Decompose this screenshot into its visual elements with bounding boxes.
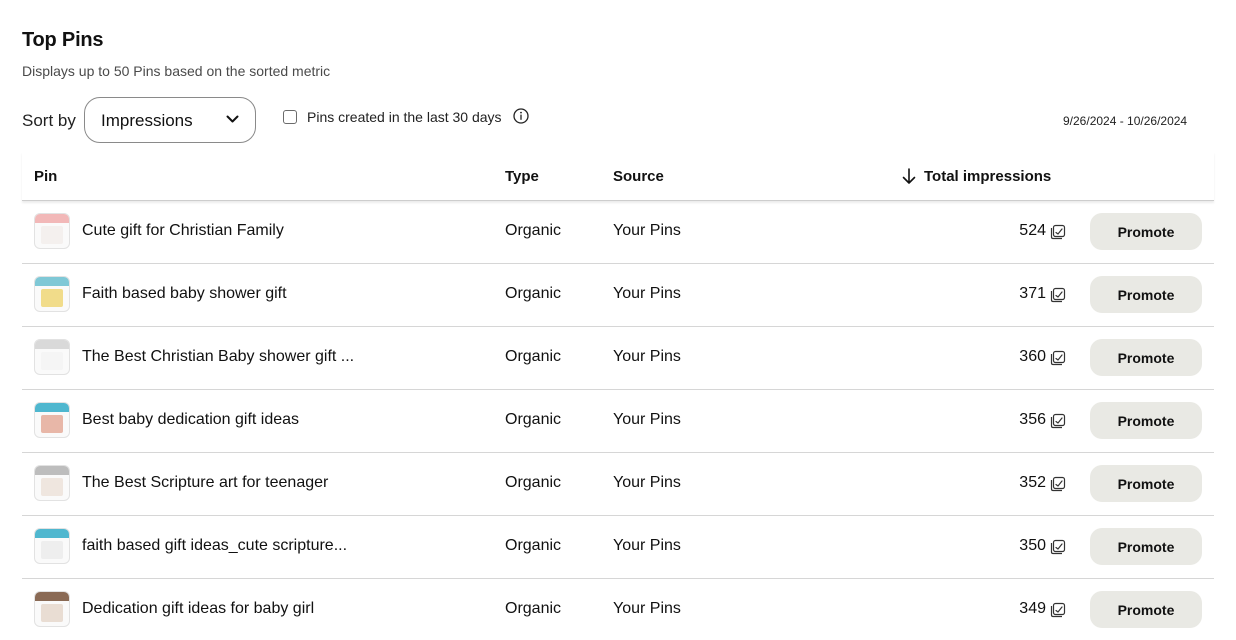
- pin-title[interactable]: Cute gift for Christian Family: [82, 222, 284, 240]
- pin-thumbnail-image: [41, 289, 63, 307]
- pin-thumbnail[interactable]: [34, 402, 70, 438]
- page-subtitle: Displays up to 50 Pins based on the sort…: [22, 63, 331, 79]
- pin-title[interactable]: Best baby dedication gift ideas: [82, 411, 299, 429]
- promote-button[interactable]: Promote: [1090, 339, 1202, 376]
- pin-thumbnail-image: [41, 478, 63, 496]
- pin-thumbnail-band: [35, 529, 69, 538]
- pin-thumbnail-image: [41, 415, 63, 433]
- recent-pins-checkbox[interactable]: [283, 110, 297, 124]
- pin-impressions-count: 356: [1019, 411, 1046, 428]
- pin-source: Your Pins: [613, 537, 681, 554]
- pin-title[interactable]: Faith based baby shower gift: [82, 285, 287, 303]
- pin-impressions-count: 352: [1019, 474, 1046, 491]
- date-range: 9/26/2024 - 10/26/2024: [1063, 114, 1188, 128]
- recent-pins-checkbox-label[interactable]: Pins created in the last 30 days: [307, 109, 502, 125]
- pin-source: Your Pins: [613, 474, 681, 491]
- info-icon[interactable]: [513, 108, 529, 124]
- pin-type: Organic: [505, 537, 562, 554]
- chevron-down-icon: [226, 115, 239, 123]
- promote-button[interactable]: Promote: [1090, 213, 1202, 250]
- arrow-down-icon: [902, 168, 916, 184]
- pin-impressions-count: 524: [1019, 222, 1046, 239]
- impressions-icon: [1050, 350, 1066, 366]
- pin-title[interactable]: faith based gift ideas_cute scripture...: [82, 537, 347, 555]
- pin-source: Your Pins: [613, 285, 681, 302]
- pin-impressions-count: 360: [1019, 348, 1046, 365]
- pin-source: Your Pins: [613, 348, 681, 365]
- pin-source: Your Pins: [613, 600, 681, 617]
- pin-type: Organic: [505, 285, 562, 302]
- pin-thumbnail[interactable]: [34, 276, 70, 312]
- page-title: Top Pins: [22, 29, 104, 51]
- pin-thumbnail-image: [41, 604, 63, 622]
- impressions-icon: [1050, 539, 1066, 555]
- pin-thumbnail[interactable]: [34, 591, 70, 627]
- pin-type: Organic: [505, 348, 562, 365]
- pin-thumbnail-band: [35, 592, 69, 601]
- table-row[interactable]: The Best Scripture art for teenager Orga…: [22, 453, 1214, 516]
- promote-button[interactable]: Promote: [1090, 591, 1202, 628]
- pin-thumbnail-band: [35, 466, 69, 475]
- pin-thumbnail-image: [41, 541, 63, 559]
- pin-title[interactable]: Dedication gift ideas for baby girl: [82, 600, 314, 618]
- sort-by-label: Sort by: [22, 111, 76, 130]
- top-pins-page: Top Pins Displays up to 50 Pins based on…: [0, 0, 1236, 640]
- pin-thumbnail-band: [35, 277, 69, 286]
- pin-thumbnail-band: [35, 403, 69, 412]
- pin-source: Your Pins: [613, 222, 681, 239]
- column-header-pin: Pin: [34, 168, 58, 185]
- pin-impressions-count: 371: [1019, 285, 1046, 302]
- pin-title[interactable]: The Best Christian Baby shower gift ...: [82, 348, 354, 366]
- impressions-icon: [1050, 287, 1066, 303]
- pin-type: Organic: [505, 222, 562, 239]
- impressions-icon: [1050, 602, 1066, 618]
- promote-button[interactable]: Promote: [1090, 276, 1202, 313]
- pin-thumbnail[interactable]: [34, 528, 70, 564]
- column-header-source: Source: [613, 168, 664, 185]
- promote-button[interactable]: Promote: [1090, 402, 1202, 439]
- column-header-total-impressions[interactable]: Total impressions: [902, 168, 1051, 185]
- impressions-icon: [1050, 476, 1066, 492]
- pin-thumbnail-image: [41, 226, 63, 244]
- table-row[interactable]: Best baby dedication gift ideas Organic …: [22, 390, 1214, 453]
- pin-title[interactable]: The Best Scripture art for teenager: [82, 474, 328, 492]
- pin-type: Organic: [505, 600, 562, 617]
- sort-select-value: Impressions: [101, 111, 193, 130]
- pin-thumbnail-image: [41, 352, 63, 370]
- pin-type: Organic: [505, 411, 562, 428]
- column-header-type: Type: [505, 168, 539, 185]
- table-row[interactable]: faith based gift ideas_cute scripture...…: [22, 516, 1214, 579]
- table-row[interactable]: The Best Christian Baby shower gift ... …: [22, 327, 1214, 390]
- pin-thumbnail[interactable]: [34, 213, 70, 249]
- promote-button[interactable]: Promote: [1090, 528, 1202, 565]
- pins-table-body: Cute gift for Christian Family Organic Y…: [22, 201, 1214, 640]
- pin-thumbnail-band: [35, 214, 69, 223]
- pin-source: Your Pins: [613, 411, 681, 428]
- promote-button[interactable]: Promote: [1090, 465, 1202, 502]
- pin-thumbnail[interactable]: [34, 339, 70, 375]
- column-header-total-label: Total impressions: [924, 168, 1052, 185]
- pin-type: Organic: [505, 474, 562, 491]
- sort-select[interactable]: Impressions: [84, 97, 256, 143]
- pin-thumbnail-band: [35, 340, 69, 349]
- table-row[interactable]: Dedication gift ideas for baby girl Orga…: [22, 579, 1214, 640]
- impressions-icon: [1050, 413, 1066, 429]
- pin-thumbnail[interactable]: [34, 465, 70, 501]
- table-row[interactable]: Cute gift for Christian Family Organic Y…: [22, 201, 1214, 264]
- pin-impressions-count: 349: [1019, 600, 1046, 617]
- impressions-icon: [1050, 224, 1066, 240]
- pin-impressions-count: 350: [1019, 537, 1046, 554]
- table-header: Pin Type Source Total impressions: [22, 152, 1214, 201]
- table-row[interactable]: Faith based baby shower gift Organic You…: [22, 264, 1214, 327]
